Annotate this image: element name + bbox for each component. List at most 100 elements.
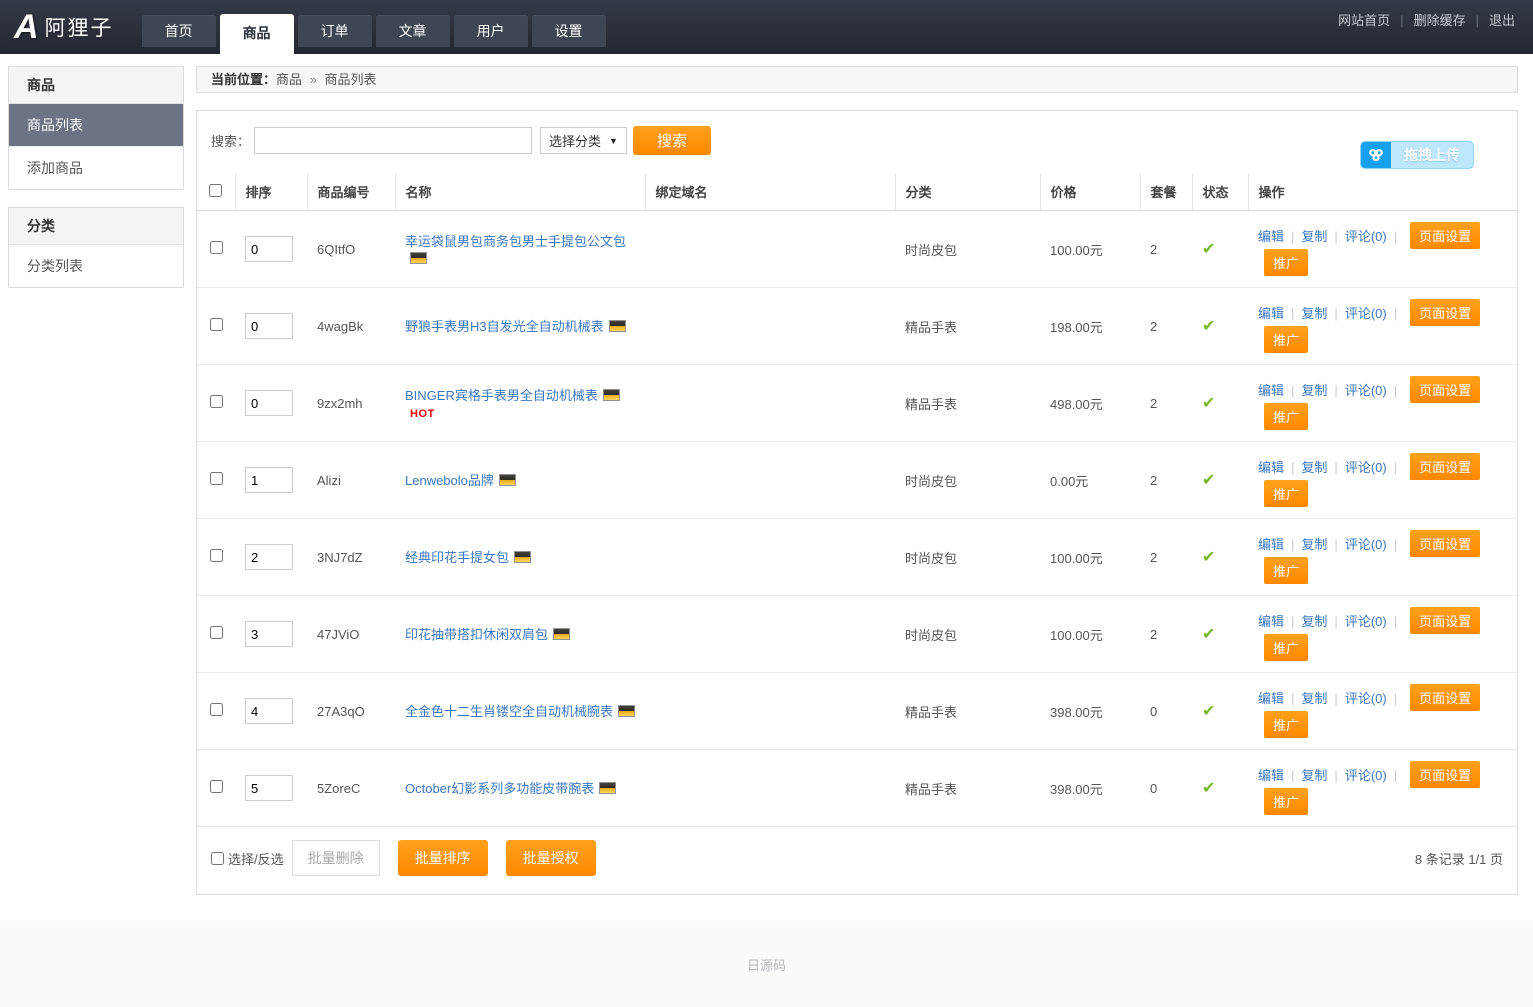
promote-button[interactable]: 推广 bbox=[1264, 326, 1308, 353]
status-enabled-icon[interactable]: ✔ bbox=[1202, 703, 1215, 720]
copy-link[interactable]: 复制 bbox=[1301, 229, 1327, 244]
comments-link[interactable]: 评论(0) bbox=[1345, 691, 1387, 706]
sort-input[interactable] bbox=[245, 621, 293, 647]
bulk-sort-button[interactable]: 批量排序 bbox=[398, 840, 488, 876]
row-checkbox[interactable] bbox=[210, 626, 223, 639]
row-checkbox[interactable] bbox=[210, 318, 223, 331]
comments-link[interactable]: 评论(0) bbox=[1345, 306, 1387, 321]
promote-button[interactable]: 推广 bbox=[1264, 634, 1308, 661]
sort-input[interactable] bbox=[245, 698, 293, 724]
copy-link[interactable]: 复制 bbox=[1301, 537, 1327, 552]
status-enabled-icon[interactable]: ✔ bbox=[1202, 318, 1215, 335]
copy-link[interactable]: 复制 bbox=[1301, 306, 1327, 321]
page-setup-button[interactable]: 页面设置 bbox=[1410, 530, 1480, 557]
comments-link[interactable]: 评论(0) bbox=[1345, 614, 1387, 629]
edit-link[interactable]: 编辑 bbox=[1258, 614, 1284, 629]
promote-button[interactable]: 推广 bbox=[1264, 249, 1308, 276]
sort-input[interactable] bbox=[245, 313, 293, 339]
tab-users[interactable]: 用户 bbox=[454, 15, 528, 47]
tab-home[interactable]: 首页 bbox=[142, 15, 216, 47]
copy-link[interactable]: 复制 bbox=[1301, 691, 1327, 706]
comments-link[interactable]: 评论(0) bbox=[1345, 383, 1387, 398]
sort-input[interactable] bbox=[245, 544, 293, 570]
promote-button[interactable]: 推广 bbox=[1264, 788, 1308, 815]
bulk-delete-button[interactable]: 批量删除 bbox=[292, 840, 380, 876]
product-name-link[interactable]: 野狼手表男H3自发光全自动机械表 bbox=[405, 319, 604, 334]
product-name-link[interactable]: BINGER宾格手表男全自动机械表 bbox=[405, 388, 598, 403]
sidebar-item-add-product[interactable]: 添加商品 bbox=[9, 146, 183, 189]
promote-button[interactable]: 推广 bbox=[1264, 480, 1308, 507]
product-name-link[interactable]: 幸运袋鼠男包商务包男士手提包公文包 bbox=[405, 234, 626, 249]
select-all-checkbox[interactable] bbox=[209, 184, 222, 197]
status-enabled-icon[interactable]: ✔ bbox=[1202, 626, 1215, 643]
edit-link[interactable]: 编辑 bbox=[1258, 383, 1284, 398]
search-button[interactable]: 搜索 bbox=[633, 126, 711, 155]
row-checkbox[interactable] bbox=[210, 780, 223, 793]
product-name-link[interactable]: October幻影系列多功能皮带腕表 bbox=[405, 781, 594, 796]
tab-articles[interactable]: 文章 bbox=[376, 15, 450, 47]
page-setup-button[interactable]: 页面设置 bbox=[1410, 376, 1480, 403]
copy-link[interactable]: 复制 bbox=[1301, 768, 1327, 783]
category-select[interactable]: 选择分类 ▼ bbox=[540, 127, 627, 154]
tab-products[interactable]: 商品 bbox=[220, 14, 294, 54]
sort-input[interactable] bbox=[245, 467, 293, 493]
comments-link[interactable]: 评论(0) bbox=[1345, 768, 1387, 783]
sidebar-item-category-list[interactable]: 分类列表 bbox=[9, 245, 183, 287]
sidebar-item-product-list[interactable]: 商品列表 bbox=[9, 104, 183, 146]
page-setup-button[interactable]: 页面设置 bbox=[1410, 684, 1480, 711]
comments-link[interactable]: 评论(0) bbox=[1345, 229, 1387, 244]
select-invert-checkbox[interactable] bbox=[211, 852, 224, 865]
row-checkbox[interactable] bbox=[210, 472, 223, 485]
status-enabled-icon[interactable]: ✔ bbox=[1202, 780, 1215, 797]
sort-input[interactable] bbox=[245, 390, 293, 416]
product-name-link[interactable]: 经典印花手提女包 bbox=[405, 550, 509, 565]
copy-link[interactable]: 复制 bbox=[1301, 614, 1327, 629]
search-input[interactable] bbox=[254, 127, 532, 154]
edit-link[interactable]: 编辑 bbox=[1258, 537, 1284, 552]
divider: | bbox=[1291, 229, 1294, 244]
breadcrumb-parent-link[interactable]: 商品 bbox=[276, 72, 302, 87]
drag-upload-button[interactable]: 拖拽上传 bbox=[1361, 142, 1473, 168]
site-home-link[interactable]: 网站首页 bbox=[1338, 13, 1390, 28]
edit-link[interactable]: 编辑 bbox=[1258, 460, 1284, 475]
edit-link[interactable]: 编辑 bbox=[1258, 691, 1284, 706]
page-setup-button[interactable]: 页面设置 bbox=[1410, 222, 1480, 249]
product-price: 398.00元 bbox=[1040, 673, 1140, 750]
col-header-package: 套餐 bbox=[1140, 173, 1192, 211]
product-name-link[interactable]: Lenwebolo品牌 bbox=[405, 473, 494, 488]
tab-settings[interactable]: 设置 bbox=[532, 15, 606, 47]
copy-link[interactable]: 复制 bbox=[1301, 383, 1327, 398]
promote-button[interactable]: 推广 bbox=[1264, 403, 1308, 430]
status-enabled-icon[interactable]: ✔ bbox=[1202, 241, 1215, 258]
comments-link[interactable]: 评论(0) bbox=[1345, 537, 1387, 552]
logout-link[interactable]: 退出 bbox=[1489, 13, 1515, 28]
comments-link[interactable]: 评论(0) bbox=[1345, 460, 1387, 475]
sort-input[interactable] bbox=[245, 236, 293, 262]
row-checkbox[interactable] bbox=[210, 549, 223, 562]
edit-link[interactable]: 编辑 bbox=[1258, 229, 1284, 244]
row-checkbox[interactable] bbox=[210, 703, 223, 716]
promote-button[interactable]: 推广 bbox=[1264, 557, 1308, 584]
divider: | bbox=[1334, 691, 1337, 706]
tab-orders[interactable]: 订单 bbox=[298, 15, 372, 47]
status-enabled-icon[interactable]: ✔ bbox=[1202, 395, 1215, 412]
product-code: 27A3qO bbox=[307, 673, 395, 750]
copy-link[interactable]: 复制 bbox=[1301, 460, 1327, 475]
status-enabled-icon[interactable]: ✔ bbox=[1202, 549, 1215, 566]
sort-input[interactable] bbox=[245, 775, 293, 801]
page-setup-button[interactable]: 页面设置 bbox=[1410, 299, 1480, 326]
row-checkbox[interactable] bbox=[210, 395, 223, 408]
page-setup-button[interactable]: 页面设置 bbox=[1410, 453, 1480, 480]
edit-link[interactable]: 编辑 bbox=[1258, 768, 1284, 783]
search-toolbar: 搜索： 选择分类 ▼ 搜索 bbox=[197, 111, 1517, 157]
edit-link[interactable]: 编辑 bbox=[1258, 306, 1284, 321]
promote-button[interactable]: 推广 bbox=[1264, 711, 1308, 738]
page-setup-button[interactable]: 页面设置 bbox=[1410, 607, 1480, 634]
row-checkbox[interactable] bbox=[210, 241, 223, 254]
bulk-authorize-button[interactable]: 批量授权 bbox=[506, 840, 596, 876]
product-name-link[interactable]: 印花抽带搭扣休闲双肩包 bbox=[405, 627, 548, 642]
page-setup-button[interactable]: 页面设置 bbox=[1410, 761, 1480, 788]
clear-cache-link[interactable]: 删除缓存 bbox=[1414, 13, 1466, 28]
status-enabled-icon[interactable]: ✔ bbox=[1202, 472, 1215, 489]
product-name-link[interactable]: 全金色十二生肖镂空全自动机械腕表 bbox=[405, 704, 613, 719]
